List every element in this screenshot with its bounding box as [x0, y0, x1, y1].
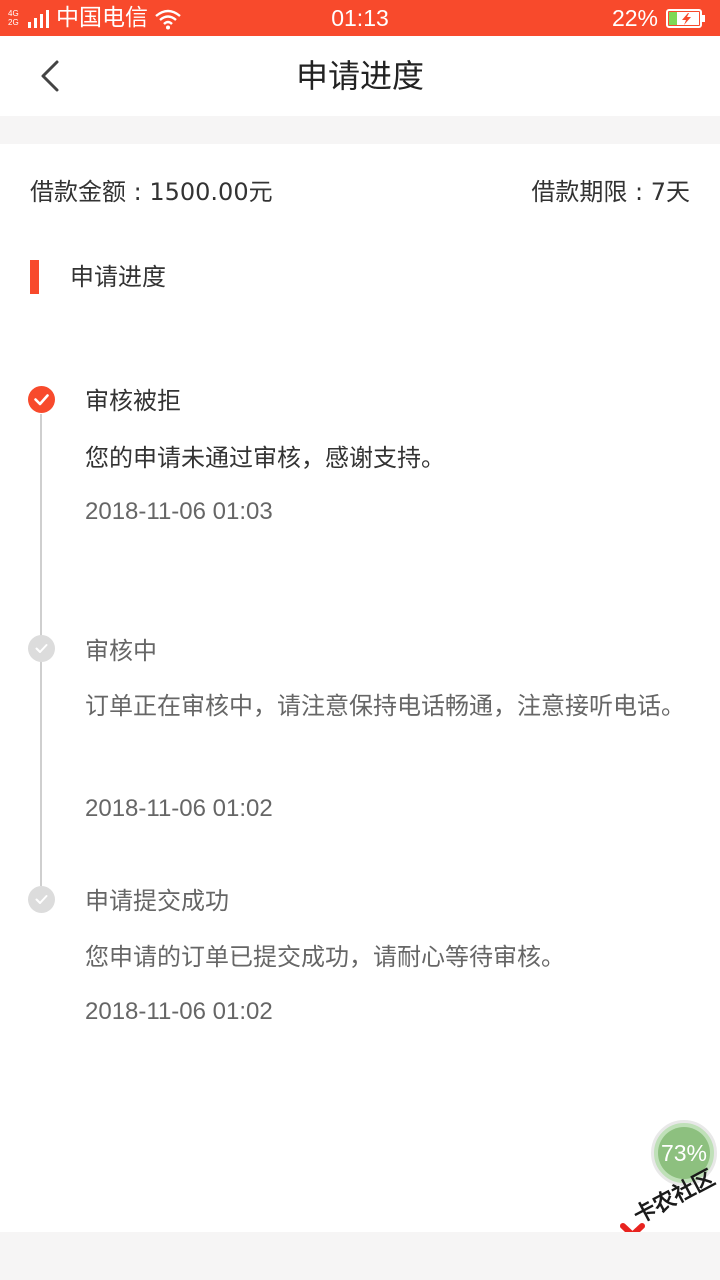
loan-term: 借款期限 : 7天: [531, 178, 690, 206]
step-time: 2018-11-06 01:03: [85, 498, 273, 525]
status-bar: 4G 2G 中国电信 01:13 22%: [0, 0, 720, 36]
step-time: 2018-11-06 01:02: [85, 998, 273, 1025]
battery-charging-icon: [666, 9, 705, 28]
battery-percent: 22%: [611, 5, 658, 31]
step-status-check-icon: [28, 386, 55, 413]
loan-amount: 借款金额 : 1500.00元: [30, 178, 273, 206]
app-header: 申请进度: [0, 36, 720, 116]
step-description: 您的申请未通过审核，感谢支持。: [85, 444, 445, 472]
section-divider: [0, 116, 720, 144]
step-title: 申请提交成功: [85, 887, 229, 915]
step-description: 订单正在审核中，请注意保持电话畅通，注意接听电话。: [85, 692, 685, 720]
loan-info: 借款金额 : 1500.00元 借款期限 : 7天: [0, 144, 720, 234]
bottom-band: [0, 1232, 720, 1280]
step-status-check-icon: [28, 886, 55, 913]
step-description: 您申请的订单已提交成功，请耐心等待审核。: [85, 943, 565, 971]
step-time: 2018-11-06 01:02: [85, 795, 273, 822]
step-title: 审核被拒: [85, 387, 181, 415]
page-title: 申请进度: [295, 57, 424, 95]
section-accent-bar: [30, 260, 39, 294]
step-status-check-icon: [28, 635, 55, 662]
step-title: 审核中: [85, 637, 157, 665]
section-title: 申请进度: [70, 263, 166, 291]
